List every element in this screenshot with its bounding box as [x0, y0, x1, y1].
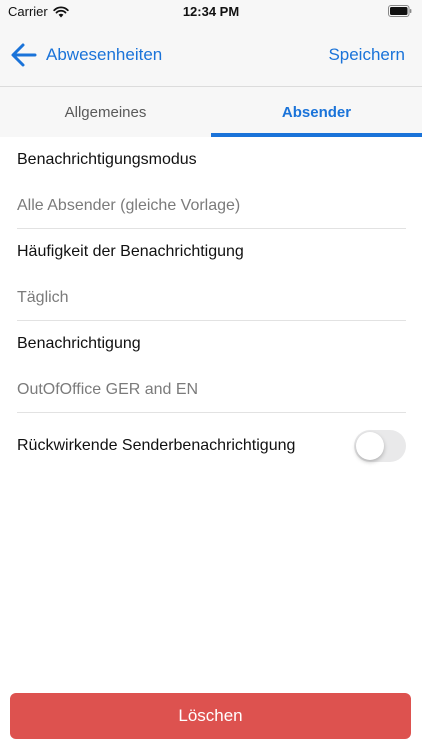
- tab-bar: Allgemeines Absender: [0, 86, 422, 137]
- screen: Carrier 12:34 PM Abwesenheiten Speichern…: [0, 0, 422, 750]
- settings-list: Benachrichtigungsmodus Alle Absender (gl…: [0, 137, 422, 479]
- retroactive-notification-row: Rückwirkende Senderbenachrichtigung: [0, 413, 422, 479]
- notification-template-title: Benachrichtigung: [17, 335, 141, 352]
- arrow-left-icon: [11, 43, 37, 67]
- notification-frequency-title: Häufigkeit der Benachrichtigung: [17, 243, 244, 260]
- retroactive-notification-label: Rückwirkende Senderbenachrichtigung: [17, 437, 296, 454]
- notification-frequency-value[interactable]: Täglich: [0, 275, 422, 321]
- notification-mode-title: Benachrichtigungsmodus: [17, 151, 197, 168]
- save-button[interactable]: Speichern: [328, 45, 405, 65]
- retroactive-notification-toggle[interactable]: [354, 430, 406, 462]
- tab-allgemeines[interactable]: Allgemeines: [0, 87, 211, 137]
- delete-button[interactable]: Löschen: [10, 693, 411, 739]
- status-time: 12:34 PM: [182, 4, 240, 19]
- notification-template-value[interactable]: OutOfOffice GER and EN: [0, 367, 422, 413]
- status-bar: Carrier 12:34 PM: [0, 0, 422, 24]
- back-button[interactable]: Abwesenheiten: [10, 40, 162, 70]
- notification-mode-value[interactable]: Alle Absender (gleiche Vorlage): [0, 183, 422, 229]
- back-label: Abwesenheiten: [46, 45, 163, 64]
- tab-absender[interactable]: Absender: [211, 87, 422, 137]
- navigation-bar: Abwesenheiten Speichern: [0, 24, 422, 86]
- battery-icon: [388, 5, 412, 17]
- toggle-knob: [356, 432, 384, 460]
